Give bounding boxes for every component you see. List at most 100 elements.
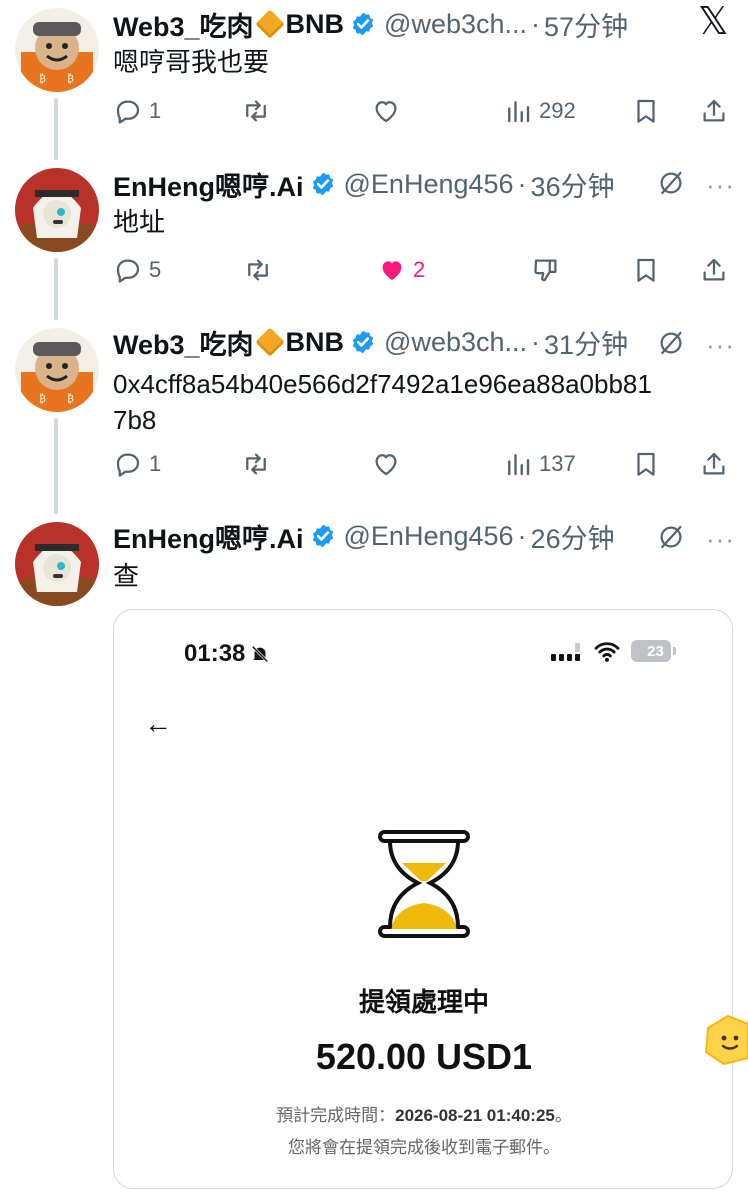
bookmark-button[interactable] [631, 250, 661, 290]
views-button[interactable]: 137 [503, 444, 576, 484]
display-name-suffix[interactable]: BNB [286, 9, 345, 40]
views-icon [508, 101, 530, 123]
tweet-text: 地址 [113, 207, 166, 237]
share-button[interactable] [699, 91, 729, 131]
display-name[interactable]: Web3_吃肉 [113, 323, 254, 362]
retweet-button[interactable] [241, 91, 271, 131]
avatar[interactable]: ₿ ₿ [15, 8, 99, 92]
like-button[interactable] [371, 91, 401, 131]
bookmark-icon [637, 99, 655, 123]
grok-icon[interactable] [656, 522, 686, 557]
timestamp[interactable]: 57分钟 [544, 5, 628, 44]
views-count: 292 [539, 98, 576, 123]
more-options-icon[interactable]: ··· [706, 524, 735, 555]
share-icon [703, 452, 725, 475]
avatar-image [15, 168, 99, 252]
separator-dot: · [531, 8, 541, 39]
bookmark-button[interactable] [631, 91, 661, 131]
retweet-icon [246, 453, 266, 475]
more-options-icon[interactable]: ··· [706, 170, 735, 201]
display-name-suffix[interactable]: BNB [286, 327, 345, 358]
handle[interactable]: @web3ch... [384, 327, 527, 358]
svg-text:₿: ₿ [39, 393, 46, 405]
tweet-text-line: 7b8 [113, 405, 157, 435]
retweet-button[interactable] [243, 250, 273, 290]
retweet-button[interactable] [241, 444, 271, 484]
tweet-actions: 1 137 [113, 444, 733, 484]
like-button[interactable] [371, 444, 401, 484]
share-icon [703, 258, 725, 281]
avatar-image: ₿ ₿ [15, 328, 99, 412]
tweet-actions: 1 292 [113, 91, 733, 131]
verified-badge-icon [352, 12, 374, 36]
reply-button[interactable]: 1 [113, 444, 161, 484]
reply-count: 1 [149, 451, 162, 476]
battery-level: 23 [647, 642, 664, 660]
status-bar-time: 01:38 [184, 640, 271, 668]
heart-filled-icon [382, 261, 402, 280]
avatar-image [15, 522, 99, 606]
svg-text:₿: ₿ [67, 73, 74, 85]
svg-text:₿: ₿ [67, 393, 74, 405]
avatar[interactable] [15, 168, 99, 252]
status-bar-icons: 23 [551, 640, 676, 662]
handle[interactable]: @web3ch... [384, 9, 527, 40]
x-logo-icon[interactable]: 𝕏 [698, 2, 729, 40]
timestamp[interactable]: 26分钟 [531, 517, 615, 556]
tweet-actions: 5 2 [113, 250, 733, 290]
share-button[interactable] [699, 444, 729, 484]
separator-dot: · [517, 520, 527, 551]
handle[interactable]: @EnHeng456 [344, 521, 514, 552]
grok-icon[interactable] [656, 168, 686, 203]
grok-icon[interactable] [656, 328, 686, 363]
reply-icon [116, 259, 140, 283]
thumbs-down-icon [534, 259, 557, 282]
tweet-text: 0x4cff8a54b40e566d2f7492a1e96ea88a0bb81 … [113, 366, 652, 438]
thread-line [54, 418, 58, 514]
retweet-icon [248, 259, 268, 281]
email-note: 您將會在提領完成後收到電子郵件。 [288, 1138, 560, 1157]
media-attachment[interactable]: 01:38 23 ← 提領處理中 520.00 USD1 預計完成時間：2026… [113, 609, 733, 1189]
withdrawal-status-title: 提領處理中 [358, 987, 489, 1017]
eta-text: 預計完成時間：2026-08-21 01:40:25。 [114, 1101, 732, 1126]
separator-dot: · [517, 168, 527, 199]
share-icon [703, 99, 725, 122]
reply-icon [116, 100, 140, 124]
svg-text:₿: ₿ [39, 73, 46, 85]
timestamp[interactable]: 31分钟 [544, 323, 628, 362]
tweet-text: 查 [113, 561, 140, 591]
timestamp[interactable]: 36分钟 [531, 165, 615, 204]
bell-muted-icon [252, 645, 269, 663]
verified-badge-icon [352, 330, 374, 354]
tweet-text: 嗯哼哥我也要 [113, 47, 270, 77]
verified-badge-icon [312, 524, 333, 548]
reply-button[interactable]: 5 [113, 250, 161, 290]
reply-count: 1 [149, 98, 162, 123]
handle[interactable]: @EnHeng456 [344, 169, 514, 200]
bookmark-icon [637, 258, 655, 282]
more-options-icon[interactable]: ··· [706, 330, 735, 361]
avatar-image: ₿ ₿ [15, 8, 99, 92]
reply-button[interactable]: 1 [113, 91, 161, 131]
reply-count: 5 [149, 257, 162, 282]
hourglass-icon [378, 830, 470, 938]
heart-icon [375, 454, 397, 476]
diamond-icon [254, 9, 285, 39]
avatar[interactable] [15, 522, 99, 606]
separator-dot: · [531, 326, 541, 357]
reply-icon [116, 453, 140, 477]
heart-icon [375, 101, 397, 123]
like-button[interactable]: 2 [377, 250, 425, 290]
display-name[interactable]: EnHeng嗯哼.Ai [113, 517, 304, 556]
display-name[interactable]: EnHeng嗯哼.Ai [113, 165, 304, 204]
avatar[interactable]: ₿ ₿ [15, 328, 99, 412]
views-button[interactable]: 292 [503, 91, 576, 131]
bookmark-button[interactable] [631, 444, 661, 484]
downvote-button[interactable] [531, 250, 561, 290]
display-name[interactable]: Web3_吃肉 [113, 5, 254, 44]
share-button[interactable] [699, 250, 729, 290]
back-arrow-icon[interactable]: ← [144, 708, 172, 740]
wifi-icon [594, 642, 620, 662]
verified-badge-icon [312, 172, 333, 196]
floating-emoji-icon[interactable] [702, 1014, 748, 1066]
